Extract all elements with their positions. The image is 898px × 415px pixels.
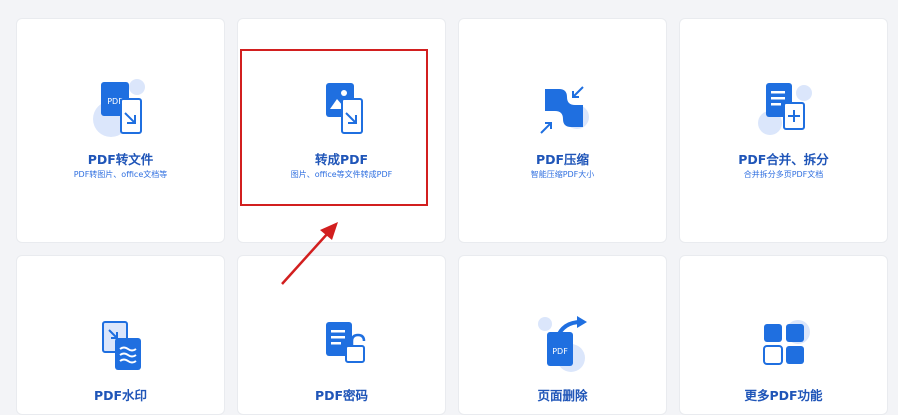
tool-title: PDF转文件	[87, 152, 154, 167]
merge-split-icon	[757, 83, 812, 135]
page-delete-icon: PDF	[537, 316, 587, 372]
svg-text:PDF: PDF	[552, 347, 568, 356]
more-features-icon	[762, 320, 810, 365]
image-to-pdf-icon	[325, 83, 363, 134]
tool-card-pdf-merge-split[interactable]: PDF合并、拆分 合并拆分多页PDF文档	[679, 18, 888, 243]
tool-card-pdf-password[interactable]: PDF密码	[237, 255, 446, 415]
tool-title: PDF密码	[314, 388, 369, 403]
tool-description: 智能压缩PDF大小	[530, 170, 595, 179]
tool-card-pdf-compress[interactable]: PDF压缩 智能压缩PDF大小	[458, 18, 667, 243]
tool-title: 转成PDF	[314, 152, 369, 167]
tool-card-pdf-watermark[interactable]: PDF水印	[16, 255, 225, 415]
watermark-icon	[101, 321, 141, 370]
tool-card-more-features[interactable]: 更多PDF功能	[679, 255, 888, 415]
tool-title: PDF压缩	[535, 152, 590, 167]
tool-card-pdf-to-file[interactable]: PDF PDF转文件 PDF转图片、office文档等	[16, 18, 225, 243]
tool-title: PDF水印	[93, 388, 148, 403]
compress-icon	[539, 86, 589, 134]
tool-description: 图片、office等文件转成PDF	[290, 170, 393, 179]
pdf-convert-icon: PDF	[92, 79, 145, 137]
tool-title: 更多PDF功能	[744, 388, 823, 403]
tool-description: 合并拆分多页PDF文档	[743, 170, 824, 179]
tool-card-page-delete[interactable]: PDF 页面删除	[458, 255, 667, 415]
password-lock-icon	[325, 322, 365, 363]
tool-title: PDF合并、拆分	[738, 152, 829, 167]
tool-title: 页面删除	[537, 388, 588, 403]
tool-description: PDF转图片、office文档等	[73, 170, 168, 179]
tool-card-to-pdf[interactable]: 转成PDF 图片、office等文件转成PDF	[237, 18, 446, 243]
